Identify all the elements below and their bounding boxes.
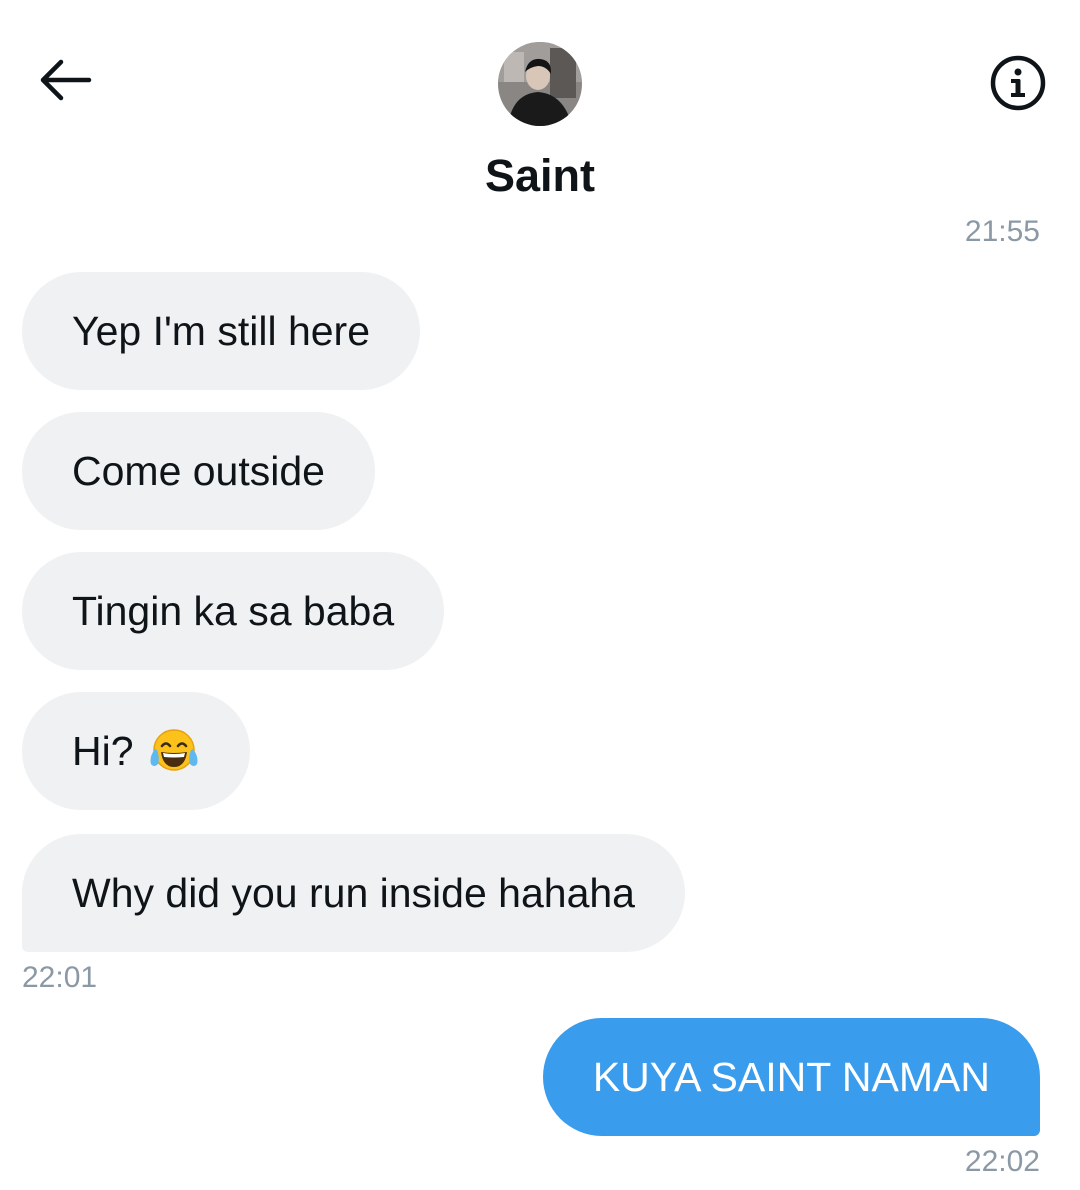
face-with-tears-of-joy-icon [150, 729, 198, 771]
message-text: Yep I'm still here [72, 307, 371, 354]
contact-name[interactable]: Saint [0, 150, 1080, 202]
message-timestamp: 21:55 [964, 215, 1040, 248]
arrow-left-icon [40, 59, 92, 101]
message-text: Hi? [72, 727, 134, 774]
message-text: Why did you run inside hahaha [72, 869, 635, 916]
outgoing-message-bubble[interactable]: KUYA SAINT NAMAN [542, 1018, 1040, 1136]
message-text: Tingin ka sa baba [72, 587, 395, 634]
incoming-message-bubble[interactable]: Tingin ka sa baba [22, 552, 445, 670]
info-button[interactable] [985, 50, 1051, 116]
incoming-message-bubble[interactable]: Yep I'm still here [22, 272, 421, 390]
incoming-message-bubble[interactable]: Hi? [22, 692, 250, 810]
avatar[interactable] [498, 42, 582, 126]
message-text: Come outside [72, 447, 325, 494]
back-button[interactable] [30, 52, 100, 108]
message-timestamp: 22:02 [964, 1145, 1040, 1178]
info-circle-icon [990, 55, 1046, 111]
message-text: KUYA SAINT NAMAN [592, 1053, 990, 1100]
avatar-photo [498, 42, 582, 126]
incoming-message-bubble[interactable]: Come outside [22, 412, 375, 530]
incoming-message-bubble[interactable]: Why did you run inside hahaha [22, 834, 685, 952]
message-timestamp: 22:01 [22, 961, 98, 994]
